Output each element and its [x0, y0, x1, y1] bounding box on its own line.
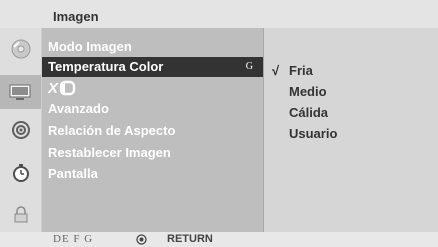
menu-title: Imagen	[53, 9, 99, 24]
menu-item-restablecer-imagen[interactable]: Restablecer Imagen	[48, 143, 171, 163]
footer-hints: DE F G RETURN	[0, 232, 438, 247]
menu-item-avanzado[interactable]: Avanzado	[48, 99, 109, 119]
settings-disc-icon[interactable]	[6, 34, 35, 63]
time-icon[interactable]	[6, 158, 35, 187]
screen-icon[interactable]	[0, 75, 41, 109]
option-fria[interactable]: Fria	[289, 63, 313, 78]
return-hint: RETURN	[167, 233, 213, 245]
lock-icon[interactable]	[6, 200, 35, 229]
menu-item-pantalla[interactable]: Pantalla	[48, 164, 98, 184]
nav-keys-hint: DE F G	[53, 233, 94, 245]
menu-title-bar: Imagen	[0, 0, 438, 28]
menu-category-column	[0, 28, 42, 232]
menu-item-relacion-de-aspecto[interactable]: Relación de Aspecto	[48, 121, 175, 141]
menu-items-panel: Modo Imagen Temperatura Color G X Avanza…	[42, 28, 263, 232]
sound-icon[interactable]	[6, 115, 35, 144]
option-calida[interactable]: Cálida	[289, 105, 328, 120]
menu-item-modo-imagen[interactable]: Modo Imagen	[48, 37, 132, 57]
option-medio[interactable]: Medio	[289, 84, 327, 99]
menu-item-label: Temperatura Color	[48, 59, 164, 74]
option-usuario[interactable]: Usuario	[289, 126, 337, 141]
navigation-hint: G	[245, 61, 253, 72]
submenu-options-panel: √ Fria Medio Cálida Usuario	[263, 28, 438, 232]
menu-item-temperatura-color[interactable]: Temperatura Color G	[42, 57, 263, 77]
picture-menu: Imagen Modo Imagen Temperatura Color G X…	[0, 0, 438, 247]
svg-text:X: X	[48, 80, 59, 96]
check-mark-icon: √	[272, 63, 280, 78]
ok-button-icon	[136, 234, 147, 245]
xd-logo[interactable]: X	[47, 80, 88, 97]
